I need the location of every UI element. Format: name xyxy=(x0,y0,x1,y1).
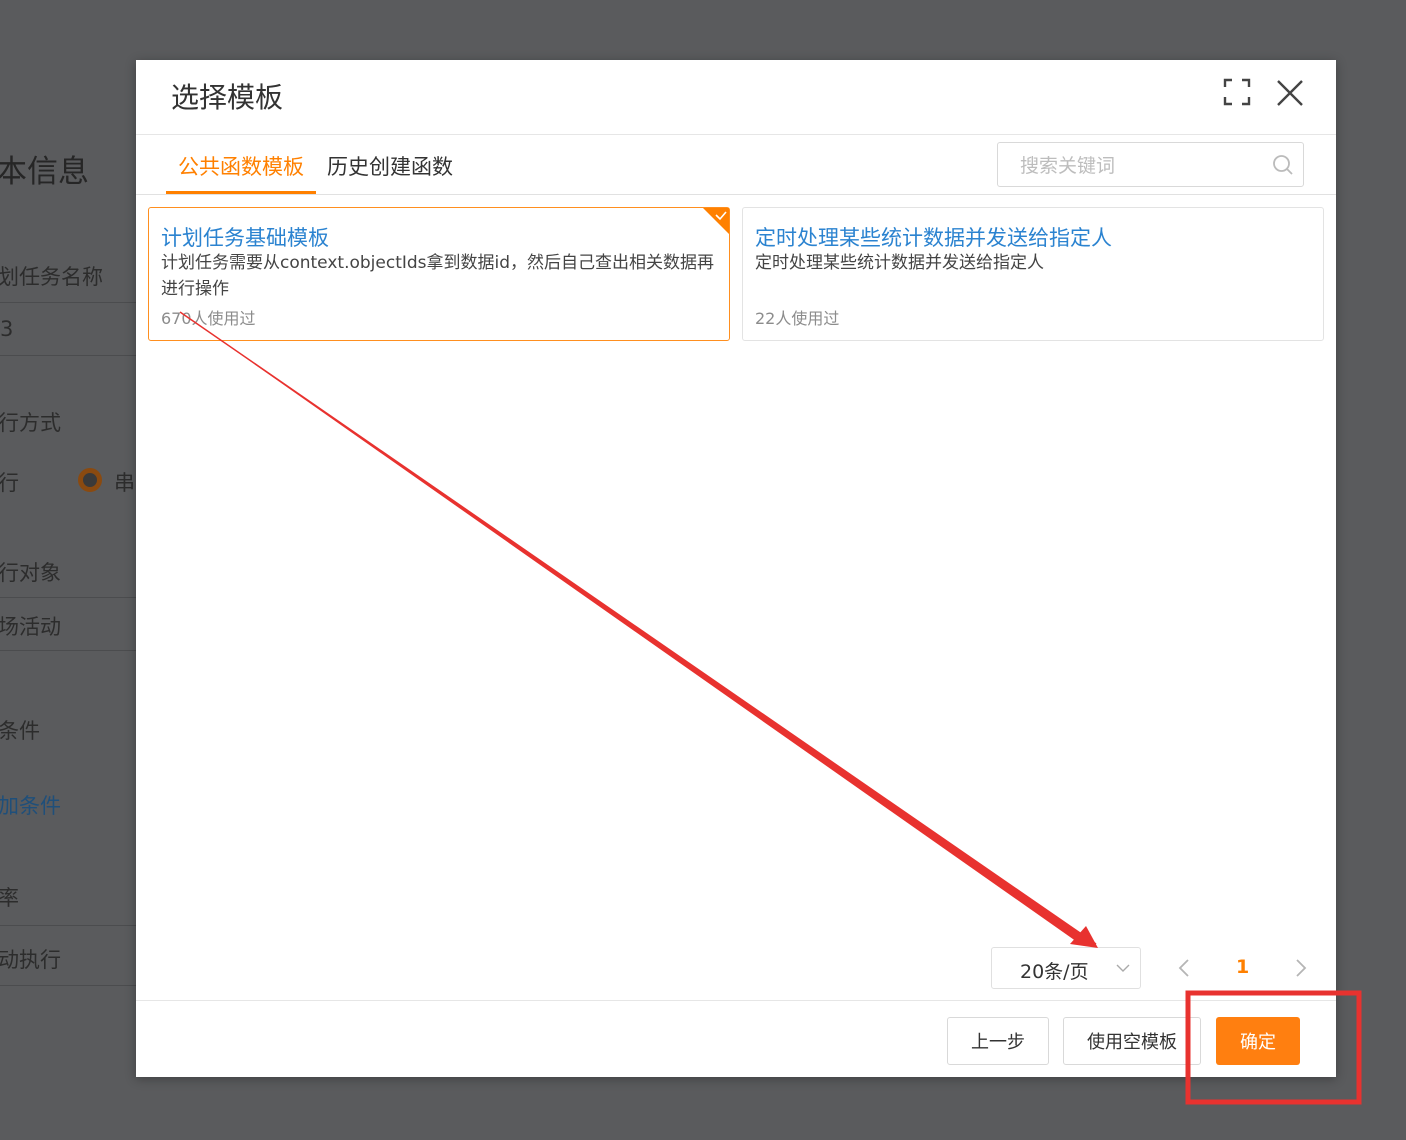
confirm-button[interactable]: 确定 xyxy=(1216,1017,1300,1065)
active-tab-indicator xyxy=(166,191,316,194)
search-input[interactable] xyxy=(998,143,1287,188)
page-size-select[interactable]: 20条/页 xyxy=(991,947,1141,989)
template-description: 定时处理某些统计数据并发送给指定人 xyxy=(755,253,1044,273)
background-exec-object-label: 行对象 xyxy=(0,561,61,585)
template-usage-count: 22人使用过 xyxy=(755,309,840,328)
prev-page-icon[interactable] xyxy=(1177,958,1191,978)
background-divider xyxy=(0,302,136,303)
select-template-dialog: 选择模板 公共函数模板 历史创建函数 计划任务基础模板 计划任务需要从conte… xyxy=(136,60,1336,1077)
background-section-title: 本信息 xyxy=(0,154,89,190)
template-description: 计划任务需要从context.objectIds拿到数据id，然后自己查出相关数… xyxy=(161,253,715,299)
template-title: 计划任务基础模板 xyxy=(161,226,329,250)
template-card-basic[interactable]: 计划任务基础模板 计划任务需要从context.objectIds拿到数据id，… xyxy=(148,207,730,341)
background-divider xyxy=(0,355,136,356)
background-frequency-label: 率 xyxy=(0,886,19,910)
dialog-header: 选择模板 xyxy=(136,60,1336,135)
background-serial-label: 串 xyxy=(114,471,135,495)
background-serial-radio xyxy=(78,468,102,492)
background-task-name-label: 划任务名称 xyxy=(0,265,103,289)
background-divider xyxy=(0,597,136,598)
close-icon[interactable] xyxy=(1275,78,1305,108)
next-page-icon[interactable] xyxy=(1294,958,1308,978)
search-box xyxy=(997,142,1304,188)
background-task-name-value: 3 xyxy=(0,317,14,341)
dialog-title: 选择模板 xyxy=(171,81,284,114)
template-usage-count: 670人使用过 xyxy=(161,309,256,328)
previous-step-button[interactable]: 上一步 xyxy=(947,1017,1049,1065)
template-title: 定时处理某些统计数据并发送给指定人 xyxy=(755,226,1112,250)
fullscreen-icon[interactable] xyxy=(1223,78,1251,106)
tab-history-functions[interactable]: 历史创建函数 xyxy=(327,151,453,181)
search-icon[interactable] xyxy=(1272,154,1294,176)
background-add-condition-link: 加条件 xyxy=(0,794,61,818)
dialog-footer: 上一步 使用空模板 确定 xyxy=(136,1000,1336,1078)
background-frequency-value: 动执行 xyxy=(0,948,61,972)
background-divider xyxy=(0,650,136,651)
background-condition-label: 条件 xyxy=(0,719,40,743)
background-parallel-label: 行 xyxy=(0,471,19,495)
tab-public-templates[interactable]: 公共函数模板 xyxy=(178,151,304,181)
page-size-label: 20条/页 xyxy=(1020,961,1089,983)
background-exec-object-value: 场活动 xyxy=(0,615,61,639)
page-number-current[interactable]: 1 xyxy=(1236,956,1249,978)
selected-check-icon xyxy=(703,208,729,234)
chevron-down-icon xyxy=(1116,964,1130,972)
template-card-statistics[interactable]: 定时处理某些统计数据并发送给指定人 定时处理某些统计数据并发送给指定人 22人使… xyxy=(742,207,1324,341)
use-empty-template-button[interactable]: 使用空模板 xyxy=(1063,1017,1201,1065)
background-exec-mode-label: 行方式 xyxy=(0,411,61,435)
background-divider xyxy=(0,985,136,986)
background-divider xyxy=(0,925,136,926)
